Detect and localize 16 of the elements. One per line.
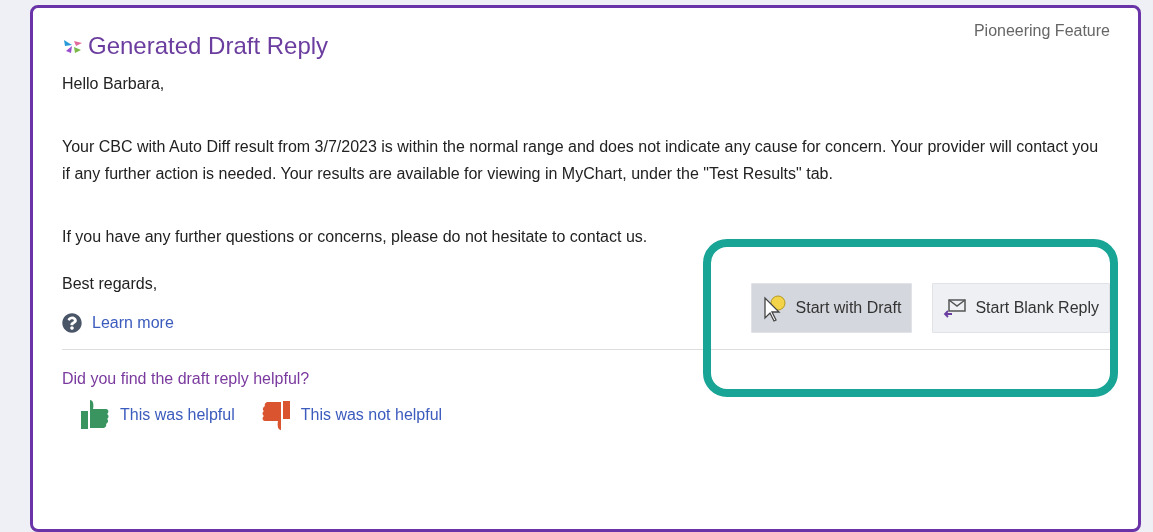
learn-more-link[interactable]: Learn more [92, 314, 174, 332]
feedback-link[interactable]: This was not helpful [300, 406, 443, 424]
message-closing: Best regards, [62, 275, 159, 293]
cursor-lightbulb-icon [761, 294, 788, 322]
message-paragraph: Hello Barbara, [62, 74, 166, 94]
message-paragraph: If you have any further questions or concerns, please do not hesitate to contact us. [62, 226, 649, 247]
start-with-draft-button[interactable]: Start with Draft [750, 283, 913, 333]
message-paragraph: Your CBC with Auto Diff result from 3/7/2023 is within the normal range and does not indicate any cause for concern. Your provider will contact you if any further action is needed. Your results are available for viewing in MyChart, under the "Test Results" tab. [62, 136, 1100, 184]
reply-envelope-icon [943, 298, 968, 318]
feedback-question: Did you find the draft reply helpful? [62, 370, 311, 388]
start-blank-reply-button[interactable]: Start Blank Reply [932, 283, 1110, 333]
feedback-link[interactable]: This was helpful [120, 406, 235, 424]
help-icon [62, 313, 82, 333]
panel-title: Generated Draft Reply [88, 32, 329, 60]
feature-label: Pioneering Feature [973, 22, 1110, 40]
sparkle-logo-icon [62, 37, 84, 55]
